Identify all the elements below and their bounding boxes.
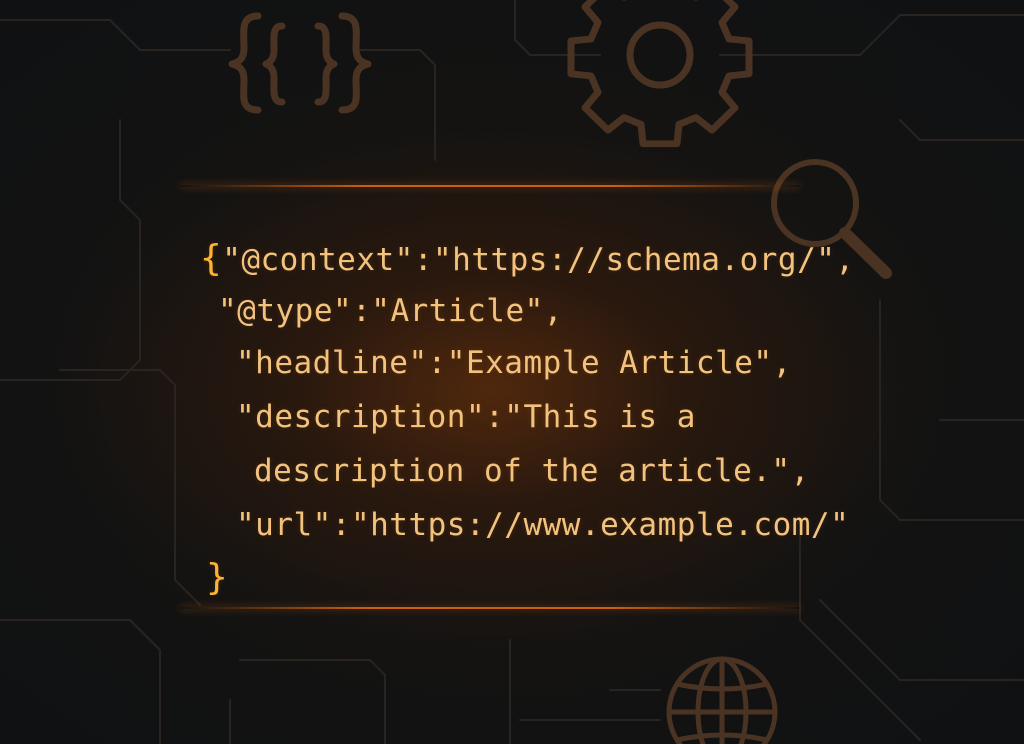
code-line-6: "url":"https://www.example.com/" — [236, 510, 849, 541]
bottom-glow-divider — [180, 607, 800, 609]
code-line-1-text: "@context":"https://schema.org/", — [222, 242, 855, 278]
code-line-7: } — [206, 560, 228, 596]
code-line-6-text: "url":"https://www.example.com/" — [236, 507, 850, 543]
close-brace: } — [206, 557, 229, 598]
code-line-5: description of the article.", — [254, 456, 810, 487]
code-line-3-text: "headline":"Example Article", — [236, 345, 792, 381]
code-line-4: "description":"This is a — [236, 402, 696, 433]
code-line-3: "headline":"Example Article", — [236, 348, 792, 379]
code-line-5-text: description of the article.", — [254, 453, 810, 489]
code-line-2: "@type":"Article", — [218, 296, 563, 327]
code-line-1: {"@context":"https://schema.org/", — [200, 241, 855, 277]
code-line-4-text: "description":"This is a — [236, 399, 696, 435]
stage: {"@context":"https://schema.org/", "@typ… — [0, 0, 1024, 744]
open-brace: { — [200, 238, 223, 279]
code-line-2-text: "@type":"Article", — [218, 293, 563, 329]
curly-braces-icon — [228, 12, 372, 114]
globe-icon — [666, 656, 778, 744]
gear-icon — [567, 0, 753, 148]
top-glow-divider — [180, 185, 800, 187]
